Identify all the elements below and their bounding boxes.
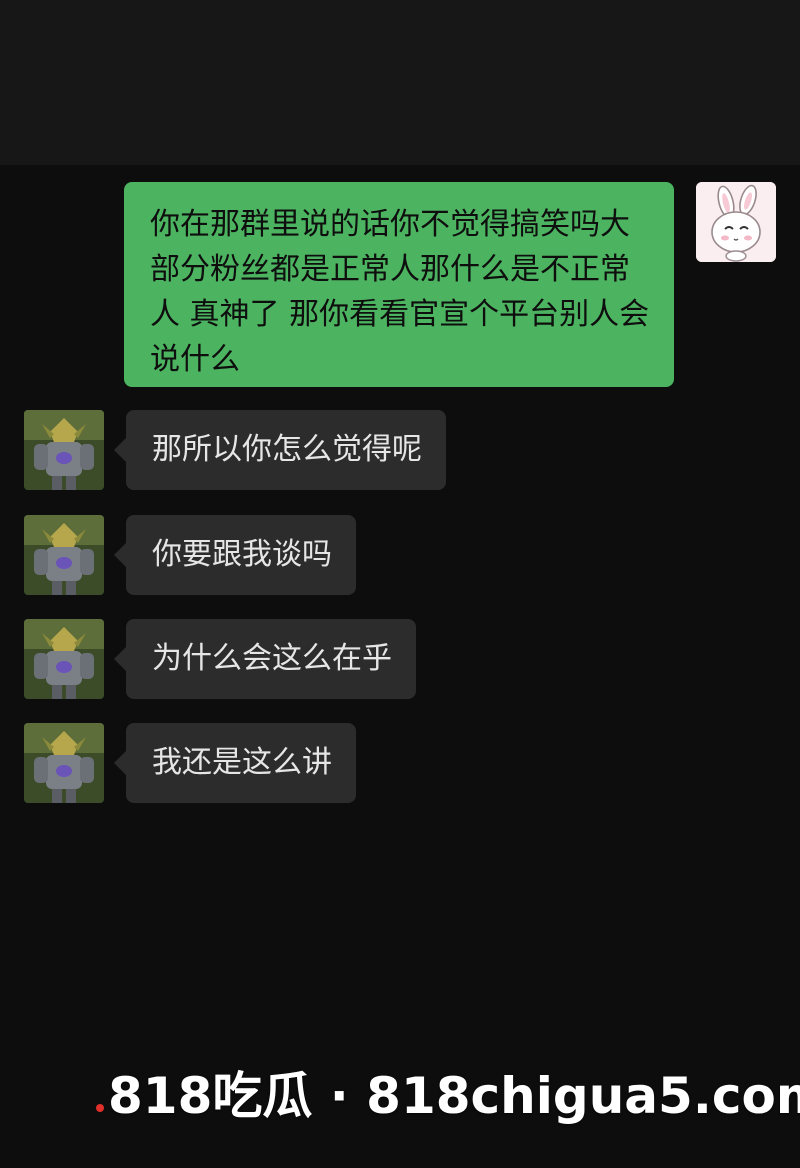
- watermark: 818吃瓜 · 818chigua5.com: [108, 1067, 800, 1125]
- incoming-message-bubble[interactable]: 我还是这么讲: [114, 723, 356, 803]
- outgoing-message-bubble[interactable]: 你在那群里说的话你不觉得搞笑吗大部分粉丝都是正常人那什么是不正常人 真神了 那你…: [124, 182, 674, 387]
- armored-warrior-avatar-icon[interactable]: [24, 723, 104, 803]
- armored-warrior-avatar-icon[interactable]: [24, 515, 104, 595]
- armored-warrior-avatar-icon[interactable]: [24, 410, 104, 490]
- bunny-avatar-icon[interactable]: [696, 182, 776, 262]
- incoming-message-bubble[interactable]: 为什么会这么在乎: [114, 619, 416, 699]
- incoming-message-bubble[interactable]: 你要跟我谈吗: [114, 515, 356, 595]
- incoming-message-bubble[interactable]: 那所以你怎么觉得呢: [114, 410, 446, 490]
- top-bar: [0, 0, 800, 165]
- armored-warrior-avatar-icon[interactable]: [24, 619, 104, 699]
- watermark-dot-icon: [96, 1104, 104, 1112]
